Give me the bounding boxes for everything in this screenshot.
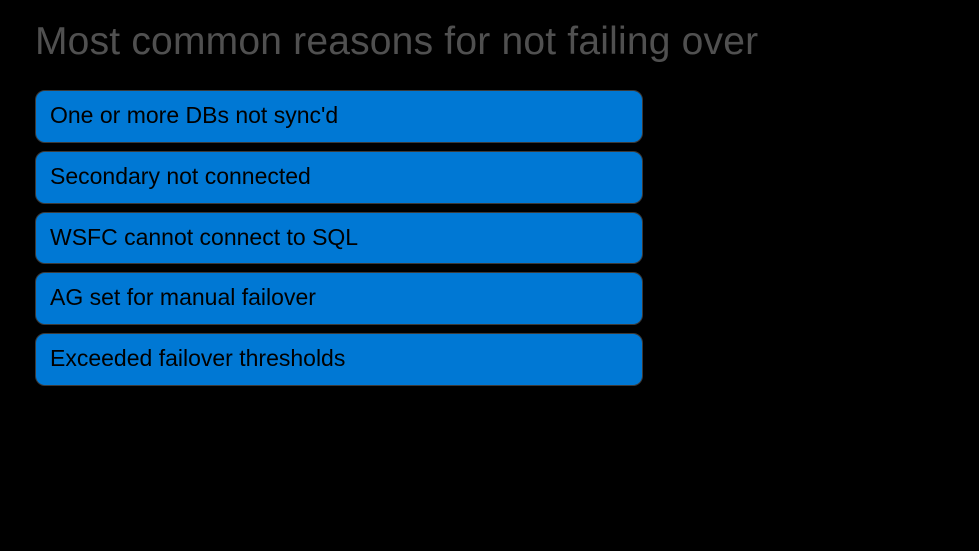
reason-item: Exceeded failover thresholds — [35, 333, 643, 386]
reason-item: AG set for manual failover — [35, 272, 643, 325]
reason-list: One or more DBs not sync'd Secondary not… — [35, 90, 643, 386]
reason-item: Secondary not connected — [35, 151, 643, 204]
reason-item: WSFC cannot connect to SQL — [35, 212, 643, 265]
slide-container: Most common reasons for not failing over… — [0, 0, 979, 551]
slide-title: Most common reasons for not failing over — [35, 20, 944, 64]
reason-item: One or more DBs not sync'd — [35, 90, 643, 143]
